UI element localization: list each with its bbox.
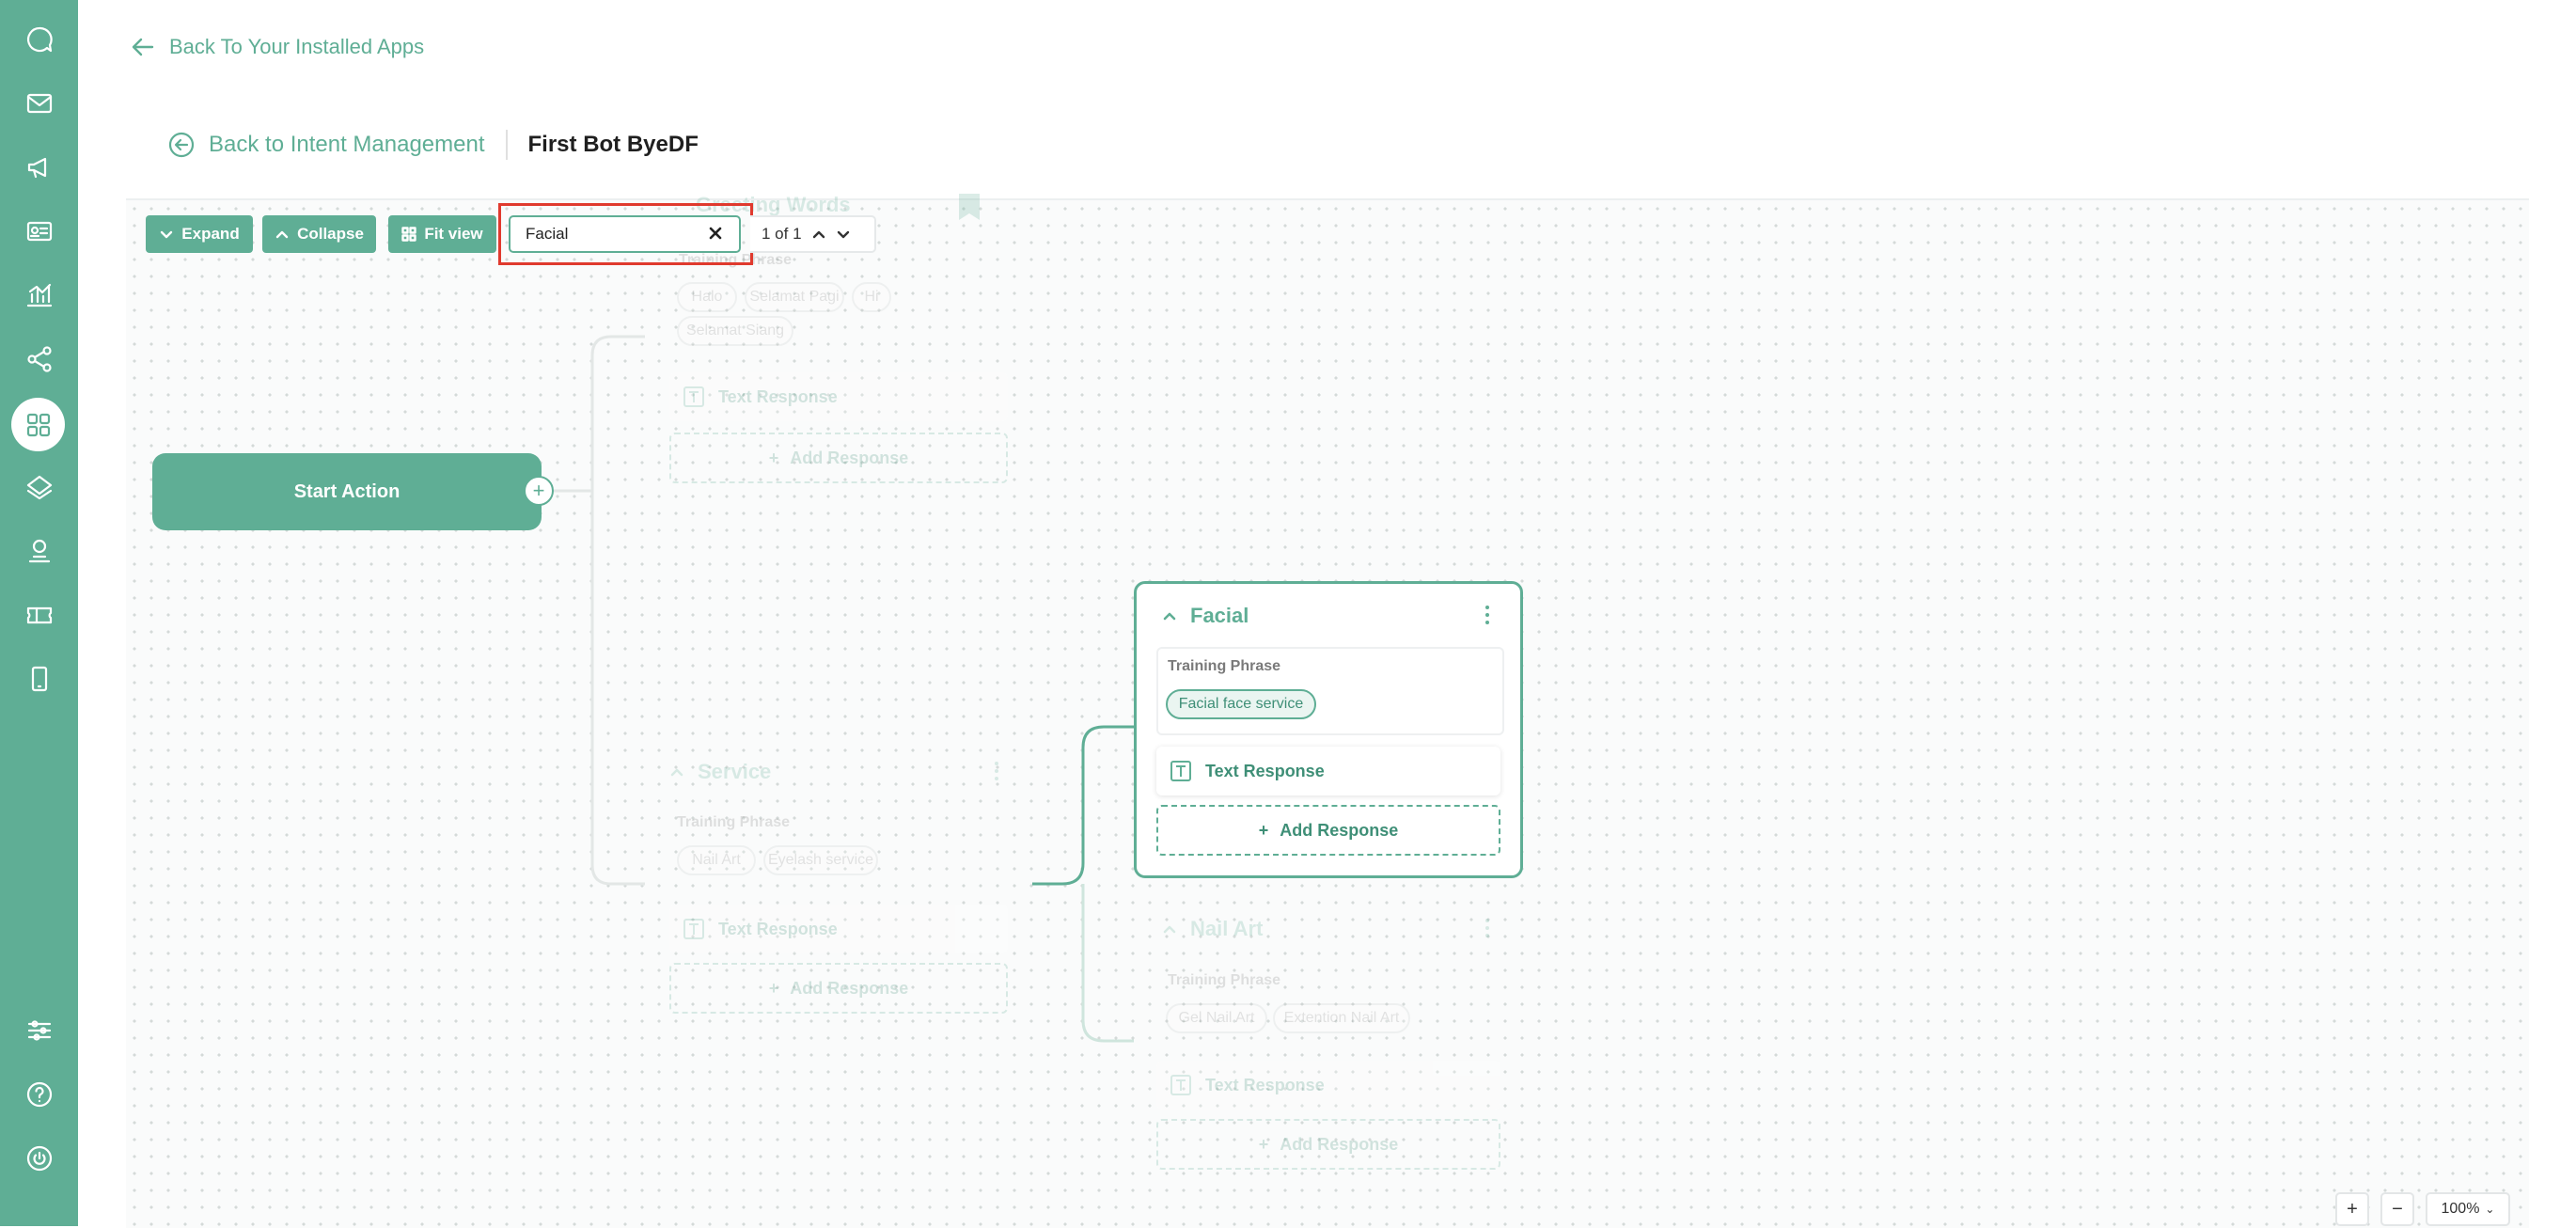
add-response-button[interactable]: + Add Response xyxy=(669,433,1008,483)
text-response-label: Text Response xyxy=(718,919,838,938)
zoom-out-button[interactable]: − xyxy=(2380,1192,2414,1226)
search-pager: 1 of 1 xyxy=(750,215,876,253)
more-options-icon[interactable] xyxy=(1485,606,1491,624)
plus-icon: + xyxy=(768,448,779,467)
plus-icon: + xyxy=(1258,1134,1269,1154)
chevron-up-icon xyxy=(1163,925,1176,934)
add-response-label: Add Response xyxy=(1280,820,1399,840)
facial-title: Facial xyxy=(1190,604,1249,627)
expand-button[interactable]: Expand xyxy=(146,215,253,253)
add-response-button[interactable]: + Add Response xyxy=(669,963,1008,1014)
start-action-node[interactable]: Start Action xyxy=(152,453,542,530)
nail-art-training-label: Training Phrase xyxy=(1168,972,1281,988)
fit-view-button[interactable]: Fit view xyxy=(388,215,496,253)
grid-icon xyxy=(401,227,417,242)
text-response-label: Text Response xyxy=(1205,761,1325,780)
text-response-row[interactable]: Text Response xyxy=(1156,747,1500,795)
more-options-icon[interactable] xyxy=(995,762,1000,780)
search-count: 1 of 1 xyxy=(762,225,802,243)
text-response-label: Text Response xyxy=(1205,1075,1325,1094)
add-response-label: Add Response xyxy=(1280,1134,1399,1154)
training-phrase-chip: Nail Art xyxy=(677,845,756,875)
training-phrase-chip: Hi xyxy=(852,282,891,312)
collapse-label: Collapse xyxy=(297,225,364,243)
zoom-level: 100% xyxy=(2441,1201,2480,1217)
facial-training-label: Training Phrase xyxy=(1168,658,1281,674)
fit-view-label: Fit view xyxy=(424,225,483,243)
text-icon xyxy=(683,386,704,407)
training-phrase-chip: Eyelash service xyxy=(763,845,878,875)
text-response-row[interactable]: Text Response xyxy=(669,905,1008,953)
expand-label: Expand xyxy=(181,225,240,243)
chevron-up-icon xyxy=(275,230,289,239)
text-icon xyxy=(1170,761,1191,781)
nail-art-title-row[interactable]: Nail Art xyxy=(1162,917,1263,941)
plus-icon: + xyxy=(768,978,779,998)
zoom-level-select[interactable]: 100% ⌄ xyxy=(2426,1192,2510,1226)
chevron-up-icon[interactable] xyxy=(811,227,826,242)
chevron-down-icon[interactable] xyxy=(836,227,851,242)
add-node-plus-icon[interactable]: + xyxy=(524,476,554,506)
text-icon xyxy=(1170,1075,1191,1095)
training-phrase-chip: Extention Nail Art xyxy=(1273,1003,1410,1033)
training-phrase-chip: Selamat Pagi xyxy=(745,282,844,312)
chevron-down-icon xyxy=(161,230,173,239)
training-phrase-chip: Selamat Siang xyxy=(677,316,793,346)
service-training-label: Training Phrase xyxy=(677,814,791,830)
zoom-in-button[interactable]: + xyxy=(2335,1192,2369,1226)
add-response-button[interactable]: + Add Response xyxy=(1156,805,1500,856)
text-icon xyxy=(683,919,704,939)
more-options-icon[interactable] xyxy=(1485,919,1491,937)
chevron-up-icon xyxy=(1163,612,1176,621)
training-phrase-chip: Halo xyxy=(677,282,737,312)
chevron-up-icon xyxy=(670,768,683,777)
chevron-down-icon: ⌄ xyxy=(2485,1203,2495,1216)
service-title-row[interactable]: Service xyxy=(669,760,771,784)
training-phrase-chip: Gel Nail Art xyxy=(1166,1003,1267,1033)
search-highlight xyxy=(498,203,753,265)
text-response-row[interactable]: Text Response xyxy=(669,372,1008,421)
service-title: Service xyxy=(698,760,772,783)
close-icon[interactable] xyxy=(707,225,726,244)
collapse-button[interactable]: Collapse xyxy=(262,215,376,253)
add-response-label: Add Response xyxy=(790,448,909,467)
search-field[interactable] xyxy=(509,215,741,253)
search-input[interactable] xyxy=(524,224,697,244)
training-phrase-chip[interactable]: Facial face service xyxy=(1166,689,1316,719)
text-response-label: Text Response xyxy=(718,386,838,406)
facial-title-row[interactable]: Facial xyxy=(1162,604,1249,628)
plus-icon: + xyxy=(1258,820,1269,840)
add-response-button[interactable]: + Add Response xyxy=(1156,1119,1500,1170)
nail-art-title: Nail Art xyxy=(1190,917,1264,940)
text-response-row[interactable]: Text Response xyxy=(1156,1061,1500,1110)
add-response-label: Add Response xyxy=(790,978,909,998)
